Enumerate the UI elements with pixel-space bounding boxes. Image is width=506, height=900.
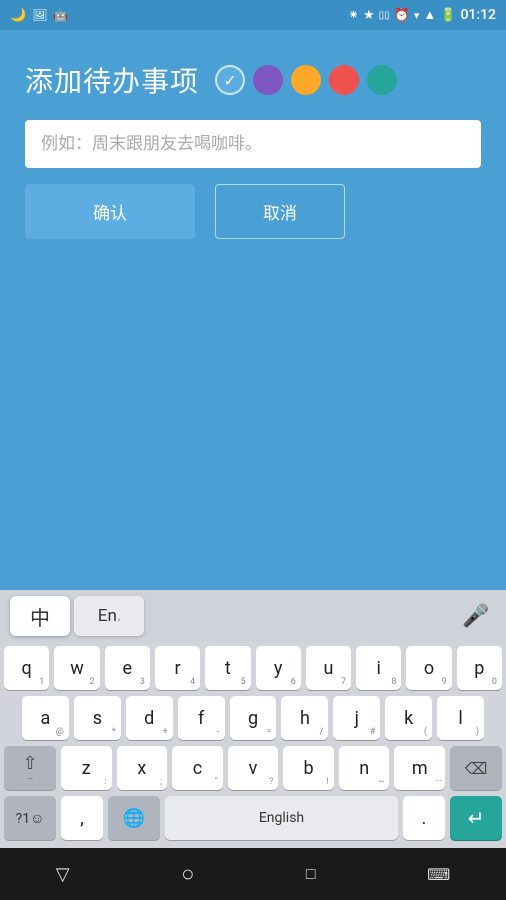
key-row-1: q1 w2 e3 r4 t5 y6 u7 i8 o9 p0: [4, 646, 502, 690]
recent-square-icon[interactable]: □: [306, 864, 316, 884]
key-b[interactable]: b!: [283, 746, 334, 790]
home-circle-icon[interactable]: ○: [181, 861, 194, 887]
nav-bar: ▽ ○ □ ⌨: [0, 848, 506, 900]
key-g[interactable]: g=: [230, 696, 277, 740]
button-row: 确认 取消: [25, 184, 481, 239]
key-p[interactable]: p0: [457, 646, 502, 690]
symbol-key[interactable]: ?1☺: [4, 796, 56, 840]
time-display: 01:12: [460, 7, 496, 23]
lang-zh-button[interactable]: 中: [10, 596, 70, 636]
key-z[interactable]: z:: [61, 746, 112, 790]
key-f[interactable]: f-: [178, 696, 225, 740]
title-row: 添加待办事项 ✓: [25, 60, 481, 100]
key-h[interactable]: h/: [281, 696, 328, 740]
key-x[interactable]: x;: [117, 746, 168, 790]
confirm-button[interactable]: 确认: [25, 184, 195, 239]
enter-key[interactable]: ↵: [450, 796, 502, 840]
key-d[interactable]: d+: [126, 696, 173, 740]
space-key[interactable]: English: [165, 796, 398, 840]
backspace-key[interactable]: ⌫: [450, 746, 502, 790]
key-y[interactable]: y6: [256, 646, 301, 690]
key-s[interactable]: s*: [74, 696, 121, 740]
key-row-3: ⇧— z: x; c" v? b! n~ m··· ⌫: [4, 746, 502, 790]
key-q[interactable]: q1: [4, 646, 49, 690]
comma-key[interactable]: ,: [61, 796, 103, 840]
status-bar-left: 🌙 🖼 🤖: [10, 8, 68, 23]
key-r[interactable]: r4: [155, 646, 200, 690]
key-row-bottom: ?1☺ , 🌐 English . ↵: [4, 796, 502, 840]
back-triangle-icon[interactable]: ▽: [56, 864, 70, 885]
moon-icon: 🌙: [10, 8, 26, 23]
dot-purple[interactable]: [253, 65, 283, 95]
key-t[interactable]: t5: [205, 646, 250, 690]
battery-icon: 🔋: [440, 8, 456, 23]
color-dots: ✓: [215, 65, 397, 95]
dot-pink[interactable]: [329, 65, 359, 95]
key-l[interactable]: l): [437, 696, 484, 740]
key-e[interactable]: e3: [105, 646, 150, 690]
dot-green[interactable]: [367, 65, 397, 95]
mic-icon[interactable]: 🎤: [456, 596, 496, 636]
signal-icon: ▲: [423, 7, 436, 23]
key-row-2: a@ s* d+ f- g= h/ j# k( l): [4, 696, 502, 740]
key-o[interactable]: o9: [406, 646, 451, 690]
key-j[interactable]: j#: [333, 696, 380, 740]
key-v[interactable]: v?: [228, 746, 279, 790]
alarm-icon: ⏰: [394, 8, 410, 23]
keyboard-icon[interactable]: ⌨: [427, 865, 450, 884]
key-i[interactable]: i8: [356, 646, 401, 690]
bluetooth-icon: ⁕: [348, 8, 359, 23]
keyboard-toolbar: 中 En, 🎤: [0, 590, 506, 642]
app-title: 添加待办事项: [25, 60, 199, 100]
space-label: English: [259, 810, 304, 826]
dot-check[interactable]: ✓: [215, 65, 245, 95]
key-c[interactable]: c": [172, 746, 223, 790]
android-icon: 🤖: [53, 8, 68, 22]
key-k[interactable]: k(: [385, 696, 432, 740]
dot-orange[interactable]: [291, 65, 321, 95]
shift-key[interactable]: ⇧—: [4, 746, 56, 790]
key-n[interactable]: n~: [339, 746, 390, 790]
key-m[interactable]: m···: [394, 746, 445, 790]
cancel-button[interactable]: 取消: [215, 184, 345, 239]
key-a[interactable]: a@: [22, 696, 69, 740]
input-container: [25, 120, 481, 168]
wifi-icon: ▾: [414, 9, 420, 22]
status-bar-right: ⁕ ★ ▯▯ ⏰ ▾ ▲ 🔋 01:12: [348, 7, 496, 23]
key-u[interactable]: u7: [306, 646, 351, 690]
key-w[interactable]: w2: [54, 646, 99, 690]
todo-input[interactable]: [41, 134, 465, 154]
globe-key[interactable]: 🌐: [108, 796, 160, 840]
star-icon: ★: [363, 8, 375, 23]
app-area: 添加待办事项 ✓ 确认 取消: [0, 30, 506, 590]
vibrate-icon: ▯▯: [379, 10, 390, 21]
lang-en-button[interactable]: En,: [74, 596, 144, 636]
keyboard-area: 中 En, 🎤 q1 w2 e3 r4 t5 y6 u7 i8 o9 p0 a@…: [0, 590, 506, 848]
status-bar: 🌙 🖼 🤖 ⁕ ★ ▯▯ ⏰ ▾ ▲ 🔋 01:12: [0, 0, 506, 30]
keyboard-keys: q1 w2 e3 r4 t5 y6 u7 i8 o9 p0 a@ s* d+ f…: [0, 642, 506, 848]
period-key[interactable]: .: [403, 796, 445, 840]
image-icon: 🖼: [32, 8, 47, 22]
